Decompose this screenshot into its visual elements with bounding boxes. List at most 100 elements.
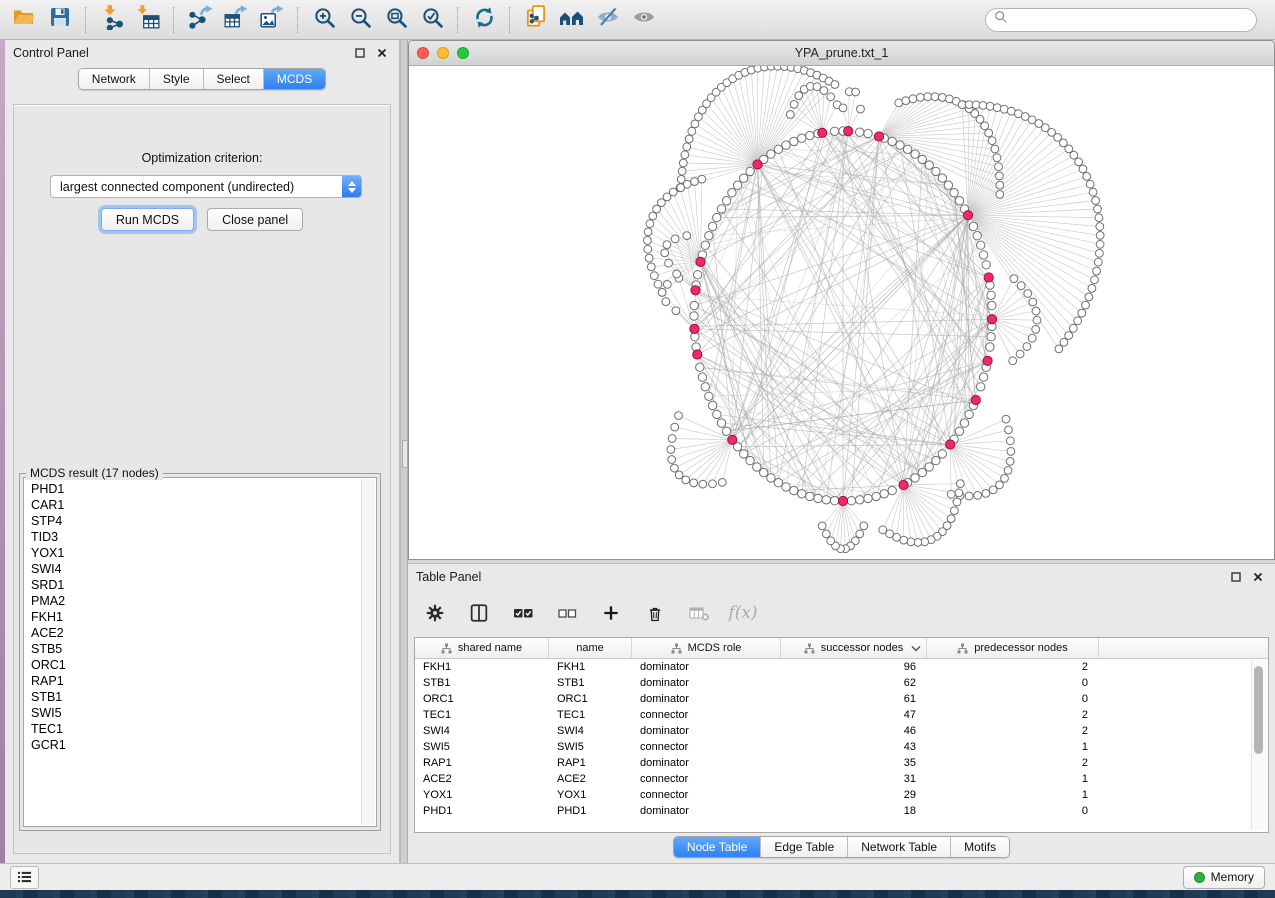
float-table-panel-button[interactable]: [1227, 568, 1245, 586]
mcds-result-item[interactable]: ORC1: [31, 657, 358, 673]
graph-node[interactable]: [831, 81, 839, 89]
mcds-result-item[interactable]: FKH1: [31, 609, 358, 625]
graph-node[interactable]: [746, 167, 754, 175]
graph-node[interactable]: [662, 298, 670, 306]
graph-node[interactable]: [996, 172, 1004, 180]
tab-network-table[interactable]: Network Table: [847, 837, 950, 857]
mcds-result-item[interactable]: GCR1: [31, 737, 358, 753]
graph-hub-node[interactable]: [691, 286, 700, 295]
graph-node[interactable]: [993, 104, 1001, 112]
graph-node[interactable]: [1023, 343, 1031, 351]
graph-node[interactable]: [786, 111, 794, 119]
graph-node[interactable]: [798, 490, 806, 498]
graph-node[interactable]: [916, 94, 924, 102]
graph-node[interactable]: [728, 189, 736, 197]
graph-node[interactable]: [713, 410, 721, 418]
graph-node[interactable]: [644, 245, 652, 253]
graph-node[interactable]: [790, 137, 798, 145]
column-header-name[interactable]: name: [549, 638, 632, 658]
graph-node[interactable]: [822, 496, 830, 504]
graph-node[interactable]: [951, 507, 959, 515]
graph-node[interactable]: [1004, 467, 1012, 475]
tab-motifs[interactable]: Motifs: [950, 837, 1009, 857]
graph-node[interactable]: [987, 333, 995, 341]
graph-hub-node[interactable]: [987, 315, 996, 324]
graph-node[interactable]: [977, 383, 985, 391]
table-row[interactable]: YOX1YOX1connector291: [415, 787, 1268, 803]
graph-node[interactable]: [690, 312, 698, 320]
graph-node[interactable]: [1032, 326, 1040, 334]
memory-button[interactable]: Memory: [1183, 866, 1265, 889]
graph-node[interactable]: [740, 174, 748, 182]
export-table-button[interactable]: [218, 4, 254, 36]
graph-node[interactable]: [938, 174, 946, 182]
table-scrollbar-thumb[interactable]: [1254, 666, 1263, 754]
zoom-in-button[interactable]: [306, 4, 342, 36]
table-row[interactable]: ORC1ORC1dominator610: [415, 691, 1268, 707]
zoom-fit-button[interactable]: [378, 4, 414, 36]
graph-node[interactable]: [671, 235, 679, 243]
graph-node[interactable]: [1065, 332, 1073, 340]
graph-hub-node[interactable]: [753, 160, 762, 169]
graph-node[interactable]: [969, 222, 977, 230]
table-row[interactable]: SWI4SWI4dominator462: [415, 723, 1268, 739]
mcds-result-item[interactable]: TEC1: [31, 721, 358, 737]
graph-node[interactable]: [856, 530, 864, 538]
graph-node[interactable]: [1006, 437, 1014, 445]
graph-node[interactable]: [903, 145, 911, 153]
run-mcds-button[interactable]: Run MCDS: [101, 208, 194, 231]
table-row[interactable]: FKH1FKH1dominator962: [415, 659, 1268, 675]
export-image-button[interactable]: [254, 4, 290, 36]
graph-node[interactable]: [872, 492, 880, 500]
panel-splitter[interactable]: [400, 40, 408, 863]
column-header-shared-name[interactable]: shared name: [415, 638, 549, 658]
graph-node[interactable]: [691, 178, 699, 186]
graph-node[interactable]: [663, 241, 671, 249]
graph-node[interactable]: [839, 104, 847, 112]
graph-node[interactable]: [820, 87, 828, 95]
toggle-column-view-button[interactable]: [466, 600, 492, 626]
graph-node[interactable]: [932, 456, 940, 464]
graph-node[interactable]: [701, 241, 709, 249]
graph-node[interactable]: [979, 251, 987, 259]
graph-node[interactable]: [1092, 197, 1100, 205]
graph-hub-node[interactable]: [818, 128, 827, 137]
graph-node[interactable]: [950, 189, 958, 197]
graph-node[interactable]: [782, 483, 790, 491]
graph-node[interactable]: [1094, 258, 1102, 266]
graph-node[interactable]: [979, 102, 987, 110]
graph-node[interactable]: [918, 155, 926, 163]
graph-node[interactable]: [938, 94, 946, 102]
graph-node[interactable]: [717, 205, 725, 213]
graph-node[interactable]: [647, 263, 655, 271]
refresh-view-button[interactable]: [466, 4, 502, 36]
mcds-result-item[interactable]: PHD1: [31, 481, 358, 497]
graph-node[interactable]: [974, 492, 982, 500]
mcds-result-item[interactable]: STB5: [31, 641, 358, 657]
graph-node[interactable]: [806, 131, 814, 139]
graph-node[interactable]: [864, 129, 872, 137]
graph-node[interactable]: [830, 497, 838, 505]
graph-node[interactable]: [1096, 232, 1104, 240]
graph-hub-node[interactable]: [874, 132, 883, 141]
graph-node[interactable]: [668, 435, 676, 443]
graph-node[interactable]: [722, 427, 730, 435]
graph-node[interactable]: [705, 392, 713, 400]
graph-node[interactable]: [879, 526, 887, 534]
graph-node[interactable]: [1029, 298, 1037, 306]
graph-node[interactable]: [944, 181, 952, 189]
graph-node[interactable]: [782, 141, 790, 149]
zoom-selected-button[interactable]: [414, 4, 450, 36]
table-row[interactable]: RAP1RAP1dominator352: [415, 755, 1268, 771]
task-history-button[interactable]: [10, 866, 39, 889]
graph-node[interactable]: [986, 343, 994, 351]
graph-node[interactable]: [746, 456, 754, 464]
tab-select[interactable]: Select: [203, 69, 263, 89]
zoom-out-button[interactable]: [342, 4, 378, 36]
mcds-result-item[interactable]: RAP1: [31, 673, 358, 689]
graph-node[interactable]: [806, 492, 814, 500]
delete-column-button[interactable]: [642, 600, 668, 626]
network-canvas[interactable]: [409, 66, 1274, 560]
table-scrollbar[interactable]: [1251, 660, 1266, 830]
mcds-result-item[interactable]: YOX1: [31, 545, 358, 561]
